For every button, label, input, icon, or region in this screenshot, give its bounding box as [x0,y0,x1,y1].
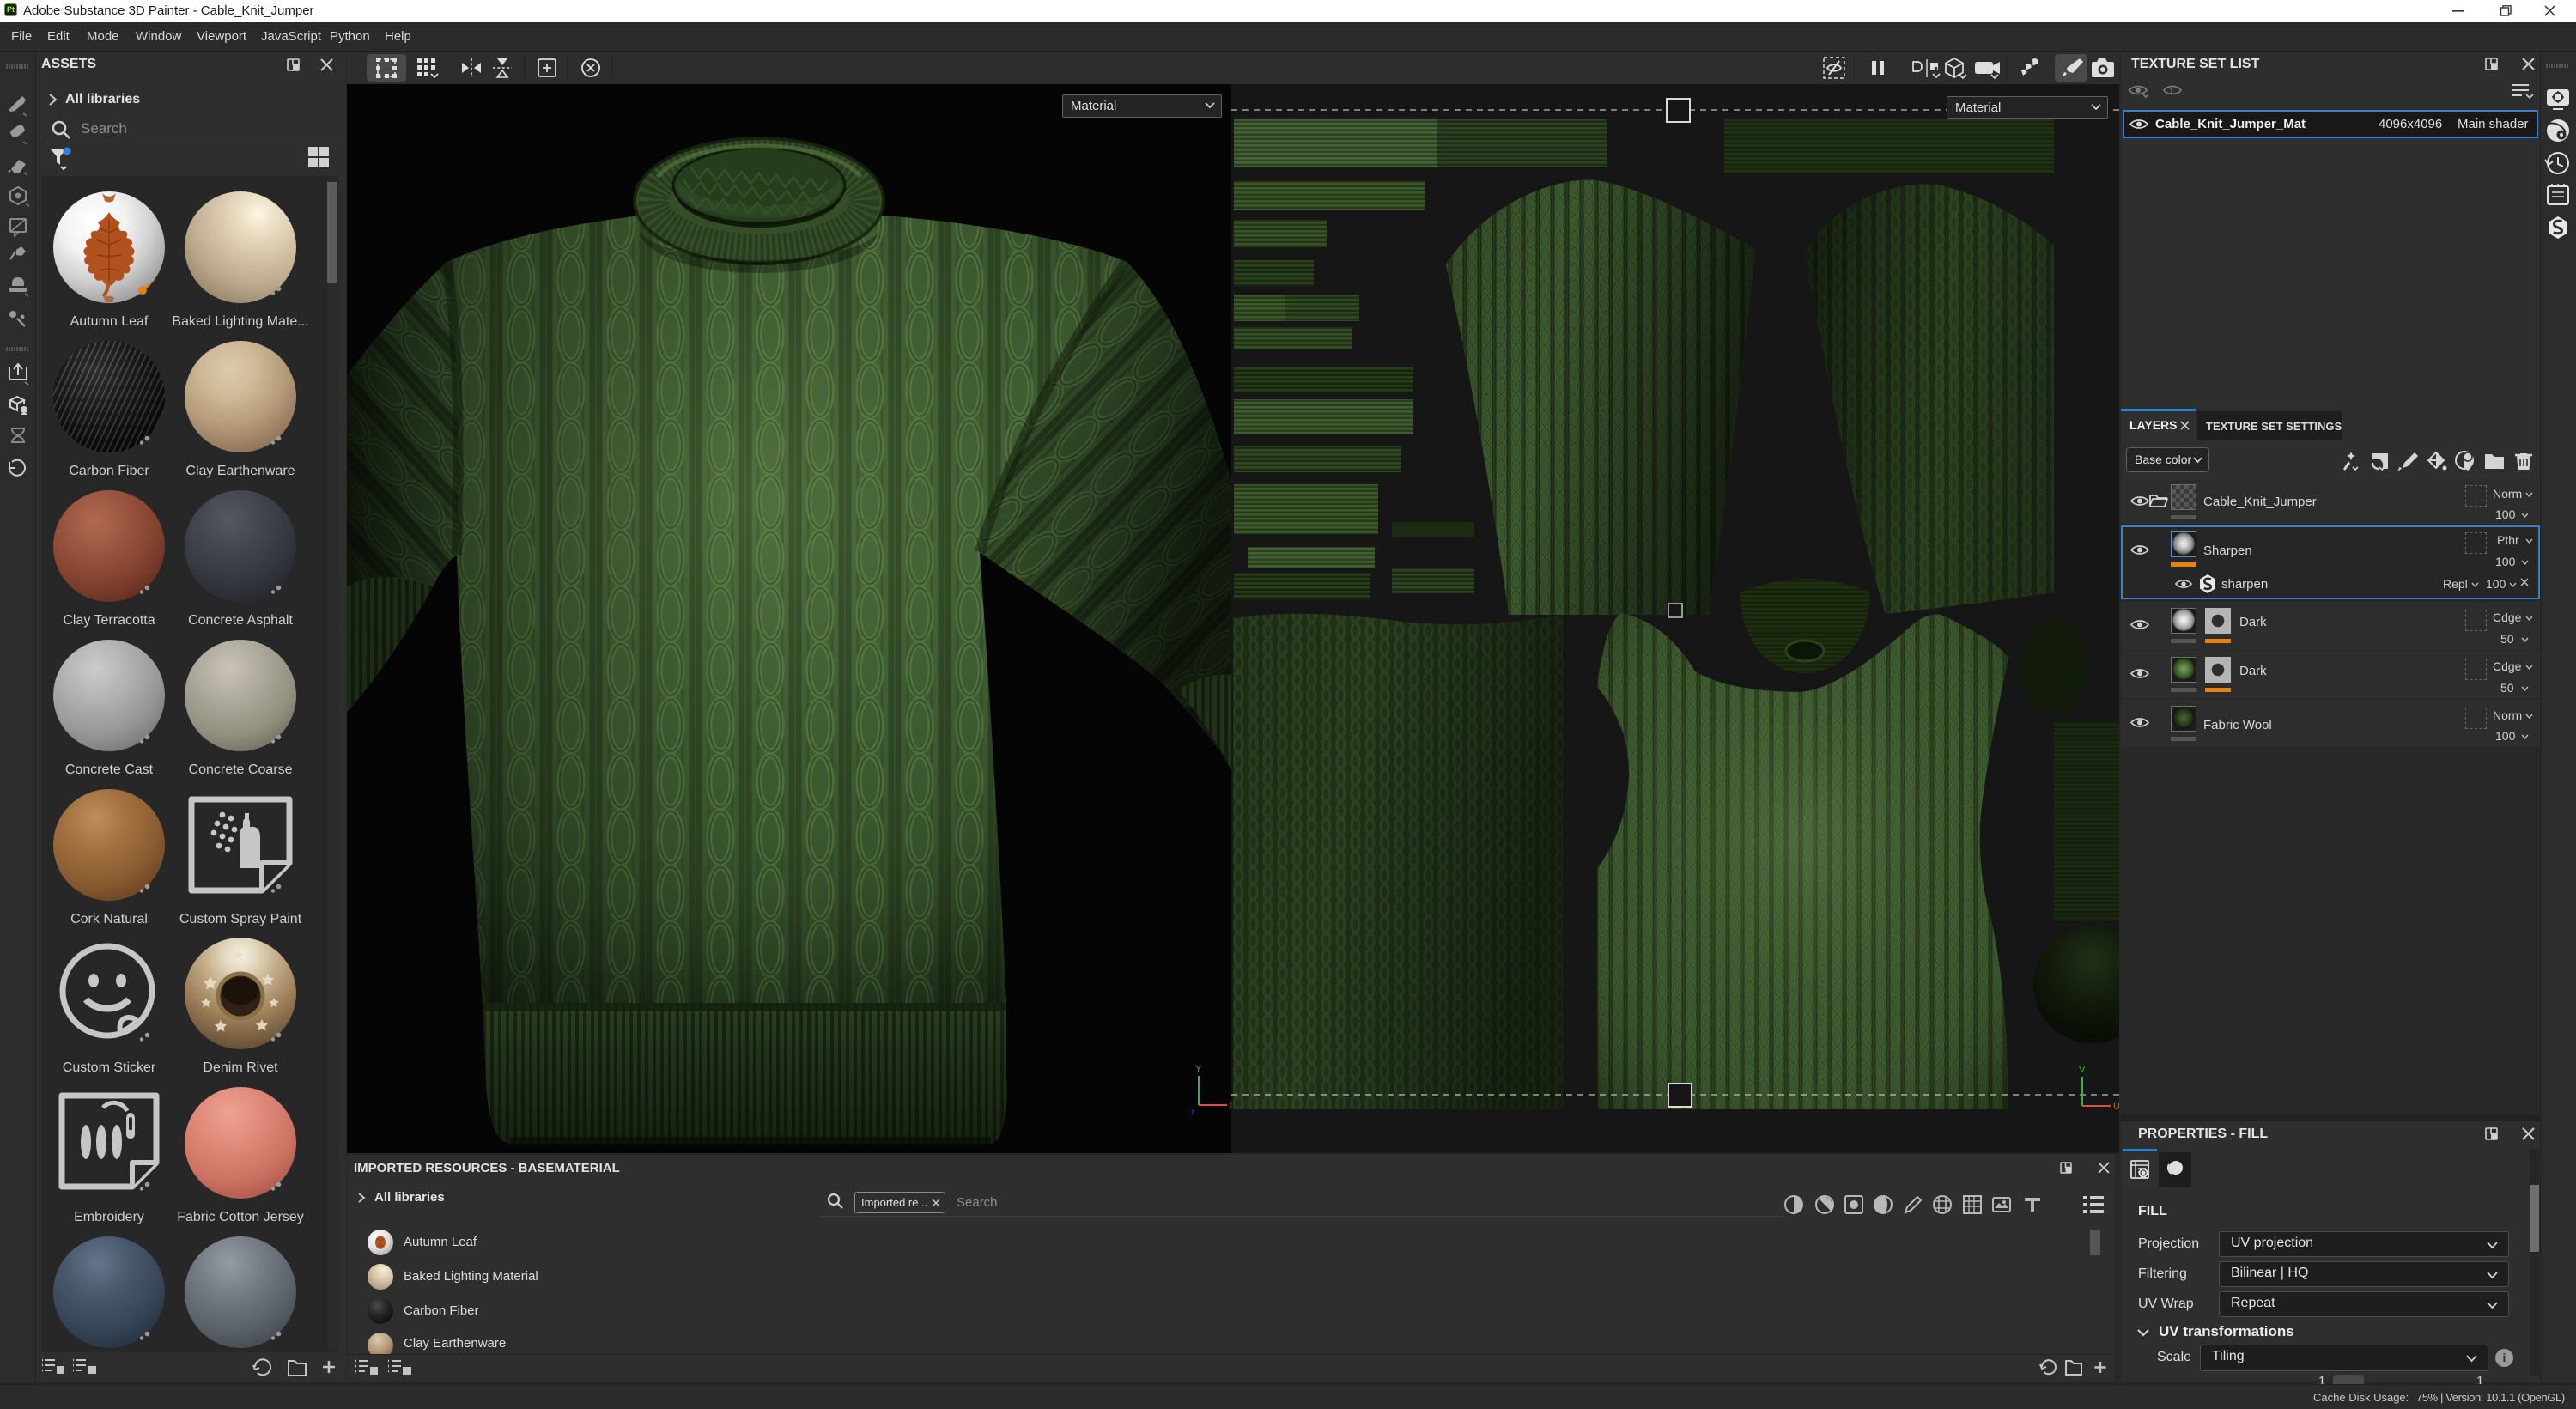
svg-text:Y: Y [1195,1064,1202,1074]
svg-text:U: U [2113,1102,2119,1112]
svg-text:1: 1 [2169,87,2174,96]
svg-text:z: z [1191,1108,1195,1116]
svg-text:V: V [2079,1065,2086,1075]
